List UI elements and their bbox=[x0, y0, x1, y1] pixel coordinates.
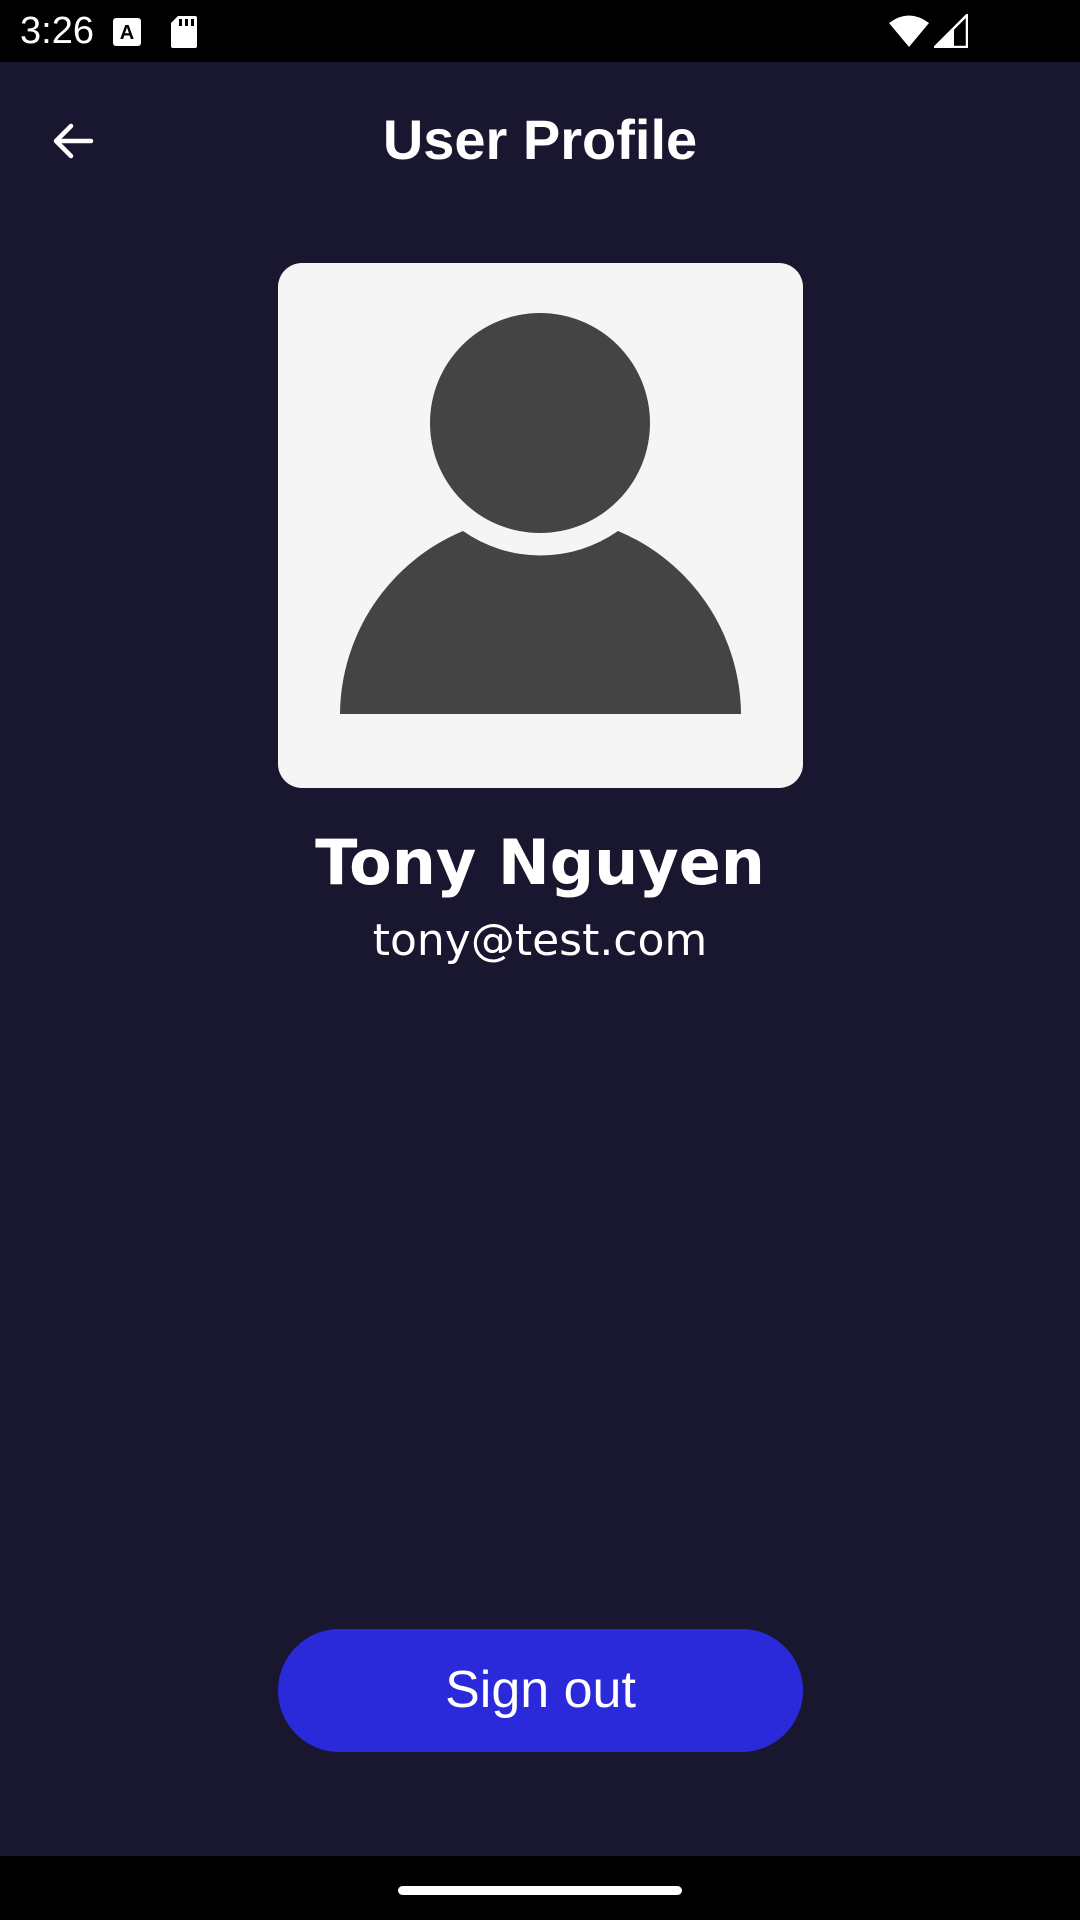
font-download-icon: A bbox=[113, 18, 141, 46]
status-bar: 3:26 A bbox=[0, 0, 1080, 62]
user-email: tony@test.com bbox=[372, 915, 708, 966]
wifi-icon bbox=[889, 15, 929, 47]
app-bar: User Profile bbox=[0, 62, 1080, 212]
svg-text:A: A bbox=[120, 22, 134, 44]
navigation-bar bbox=[0, 1856, 1080, 1920]
cell-signal-icon bbox=[934, 14, 968, 48]
avatar bbox=[278, 263, 803, 788]
sd-card-icon bbox=[171, 16, 197, 48]
page-title: User Profile bbox=[382, 108, 698, 171]
user-name: Tony Nguyen bbox=[315, 826, 765, 899]
sign-out-button[interactable]: Sign out bbox=[278, 1629, 803, 1752]
status-time: 3:26 bbox=[20, 10, 94, 52]
default-user-avatar-icon bbox=[340, 313, 741, 714]
home-indicator[interactable] bbox=[398, 1886, 682, 1895]
